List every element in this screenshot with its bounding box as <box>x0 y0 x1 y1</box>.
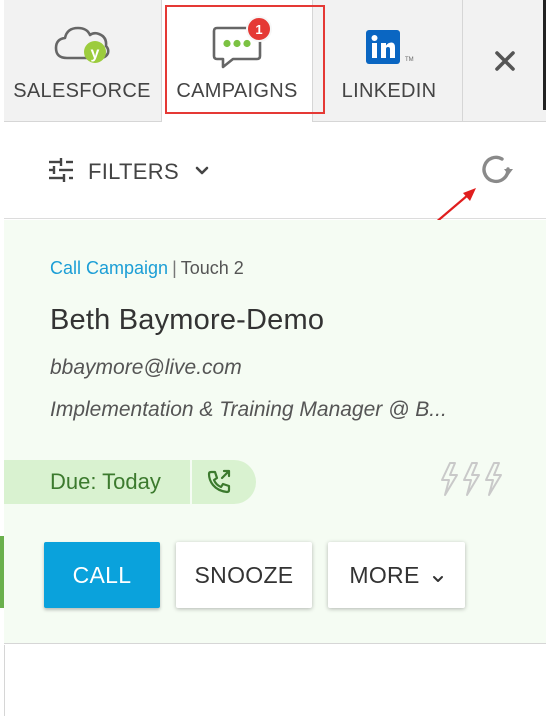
due-label: Due: Today <box>50 469 161 494</box>
tab-linkedin[interactable]: TM LINKEDIN <box>316 0 462 122</box>
salesforce-cloud-icon: y <box>53 22 111 71</box>
chevron-down-icon <box>432 562 444 589</box>
chevron-down-icon <box>195 163 209 181</box>
refresh-button[interactable] <box>478 152 514 188</box>
contact-email: bbaymore@live.com <box>50 356 242 379</box>
tab-salesforce[interactable]: y SALESFORCE <box>4 0 160 122</box>
campaign-touch: Touch 2 <box>180 258 244 278</box>
contact-name[interactable]: Beth Baymore-Demo <box>50 304 324 337</box>
contact-title: Implementation & Training Manager @ B... <box>50 398 447 421</box>
phone-outgoing-icon[interactable] <box>206 469 234 500</box>
more-button[interactable]: MORE <box>328 542 465 608</box>
due-divider <box>190 460 192 504</box>
linkedin-icon: TM <box>364 28 414 73</box>
list-empty-area <box>4 645 546 716</box>
sliders-icon <box>48 157 74 187</box>
campaign-card[interactable]: Call Campaign | Touch 2 Beth Baymore-Demo … <box>4 220 546 644</box>
call-button[interactable]: CALL <box>44 542 160 608</box>
filters-button[interactable]: FILTERS <box>48 157 209 187</box>
tab-linkedin-label: LINKEDIN <box>341 80 437 102</box>
campaign-type-link[interactable]: Call Campaign <box>50 258 168 278</box>
priority-bolts-icon <box>436 460 508 498</box>
tab-salesforce-label: SALESFORCE <box>13 80 151 102</box>
filters-label: FILTERS <box>88 159 179 184</box>
notification-badge: 1 <box>246 16 272 42</box>
close-icon <box>494 50 516 77</box>
tab-bar: y SALESFORCE CAMPAIGNS TM LINKEDIN <box>4 0 546 123</box>
refresh-icon <box>478 155 514 192</box>
filter-bar: FILTERS <box>4 122 546 219</box>
campaign-separator: | <box>172 258 177 278</box>
tab-campaigns-label: CAMPAIGNS <box>176 80 298 102</box>
campaign-info: Call Campaign | Touch 2 <box>50 258 244 279</box>
close-button[interactable] <box>464 0 546 122</box>
more-label: MORE <box>349 561 420 588</box>
tab-campaigns[interactable]: CAMPAIGNS <box>161 0 313 123</box>
card-accent-edge <box>0 536 4 608</box>
svg-text:y: y <box>91 45 100 62</box>
tab-divider <box>462 0 463 122</box>
svg-text:TM: TM <box>405 57 414 63</box>
snooze-button[interactable]: SNOOZE <box>176 542 312 608</box>
due-status: Due: Today <box>4 460 256 504</box>
